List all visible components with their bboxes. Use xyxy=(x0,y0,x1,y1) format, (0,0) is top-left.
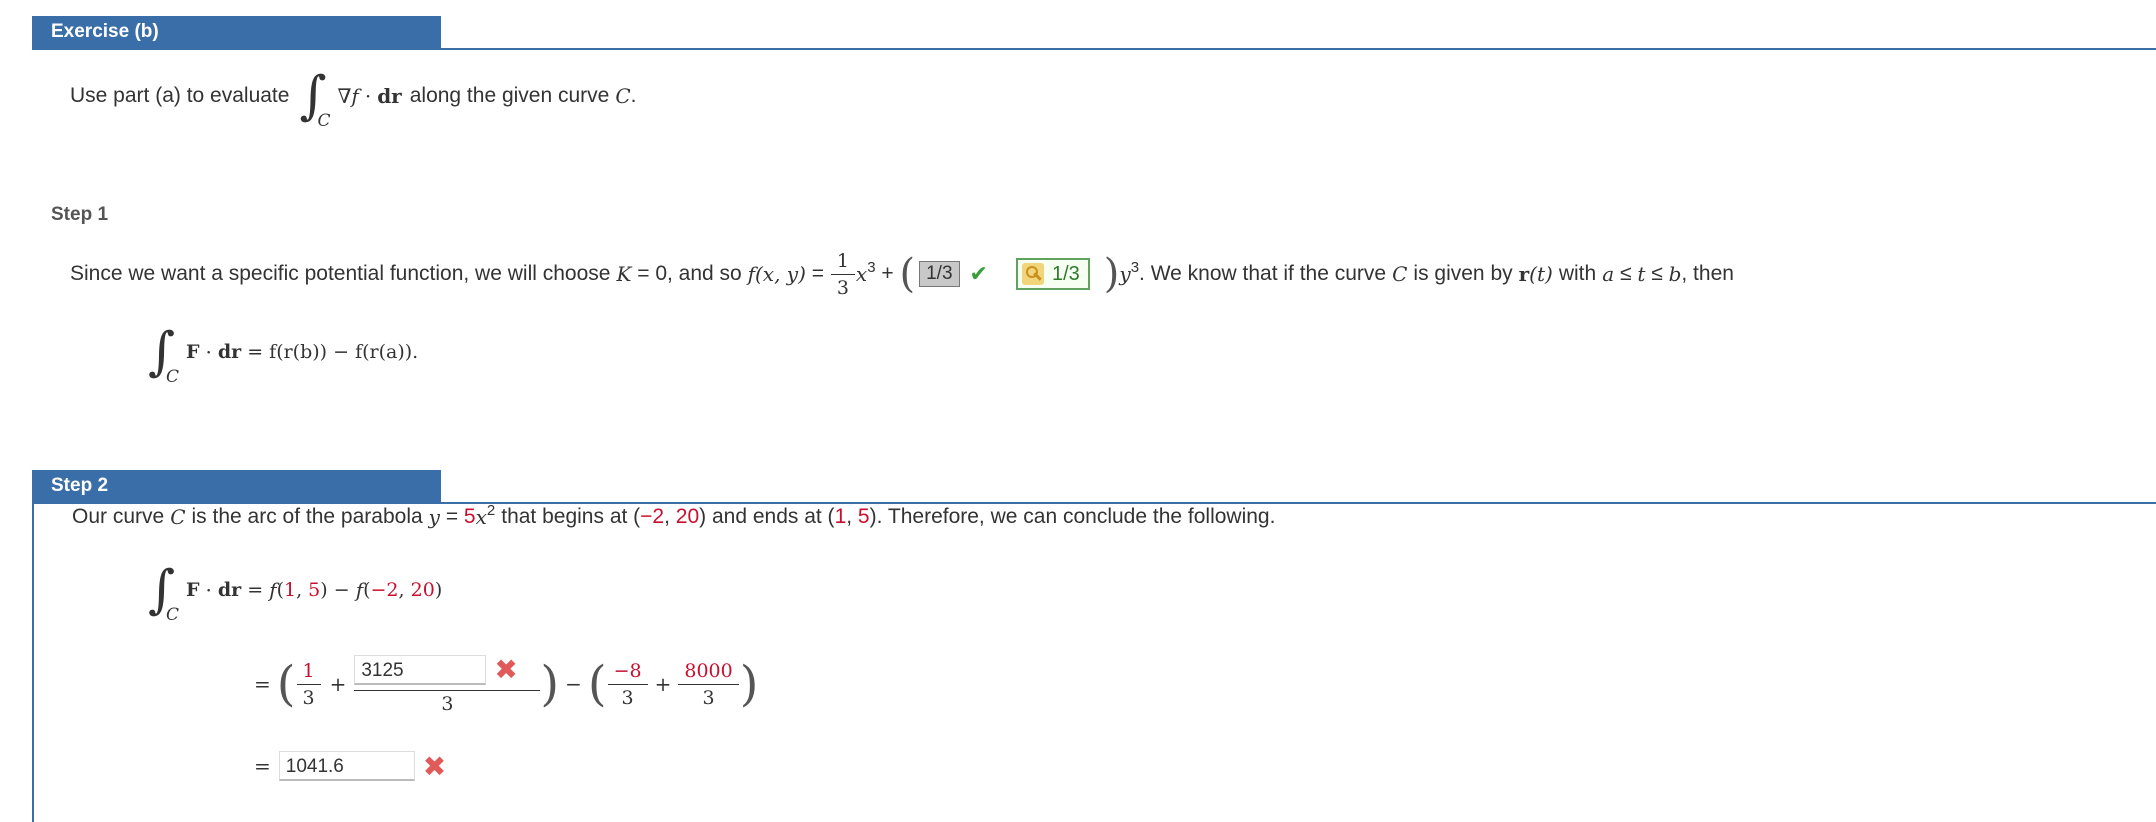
answer-key-box: 1/3 xyxy=(1015,258,1090,290)
step2-eq2: = ( 1 3 + 3125 ✖ 3 ) − ( −8 3 + 8000 3 ) xyxy=(254,653,759,715)
answer-input-final[interactable]: 1041.6 xyxy=(278,751,415,781)
step2-eq1: ∫ C F · dr = f ( 1 , 5 ) − f ( −2 , 20 ) xyxy=(148,560,443,625)
wrong-icon: ✖ xyxy=(422,749,447,783)
key-icon xyxy=(1021,263,1044,285)
dr: dr xyxy=(377,84,402,108)
fraction-neg-eight-thirds: −8 3 xyxy=(607,660,648,709)
fraction-one-third: 1 3 xyxy=(830,250,855,299)
step2-eq3: = 1041.6 ✖ xyxy=(254,749,447,783)
check-icon: ✔ xyxy=(969,261,988,286)
integral-symbol: ∫ C xyxy=(148,322,180,387)
input-fraction: 3125 ✖ 3 xyxy=(354,653,541,715)
step2-tab-label: Step 2 xyxy=(32,470,441,502)
ftc-equation: ∫ C F · dr = f(r(b)) − f(r(a)). xyxy=(148,322,419,387)
intro-text-before: Use part (a) to evaluate xyxy=(70,84,290,107)
step2-line: Our curve C is the arc of the parabola y… xyxy=(72,501,1276,530)
answer-input-numerator[interactable]: 3125 xyxy=(354,654,487,685)
intro-line: Use part (a) to evaluate ∫ C ∇f · dr alon… xyxy=(70,66,637,131)
integral-symbol: ∫ C xyxy=(148,560,180,625)
curve-name: C xyxy=(615,84,631,108)
exercise-header: Exercise (b) xyxy=(32,0,2156,50)
fraction-eight-thousand-thirds: 8000 3 xyxy=(678,660,739,709)
intro-text-after: along the given curve xyxy=(409,84,610,107)
wrong-icon: ✖ xyxy=(494,653,518,686)
step1-label: Step 1 xyxy=(51,204,109,225)
step1-line: Since we want a specific potential funct… xyxy=(70,249,1734,299)
fraction-one-third: 1 3 xyxy=(296,660,321,709)
integral-symbol: ∫ C xyxy=(299,66,331,131)
exercise-tab-label: Exercise (b) xyxy=(32,16,441,48)
answer-box-correct[interactable]: 1/3 xyxy=(919,261,960,287)
nabla-f: ∇f xyxy=(337,84,359,108)
step2-header: Step 2 xyxy=(32,454,2156,504)
step2-left-border xyxy=(32,486,34,822)
